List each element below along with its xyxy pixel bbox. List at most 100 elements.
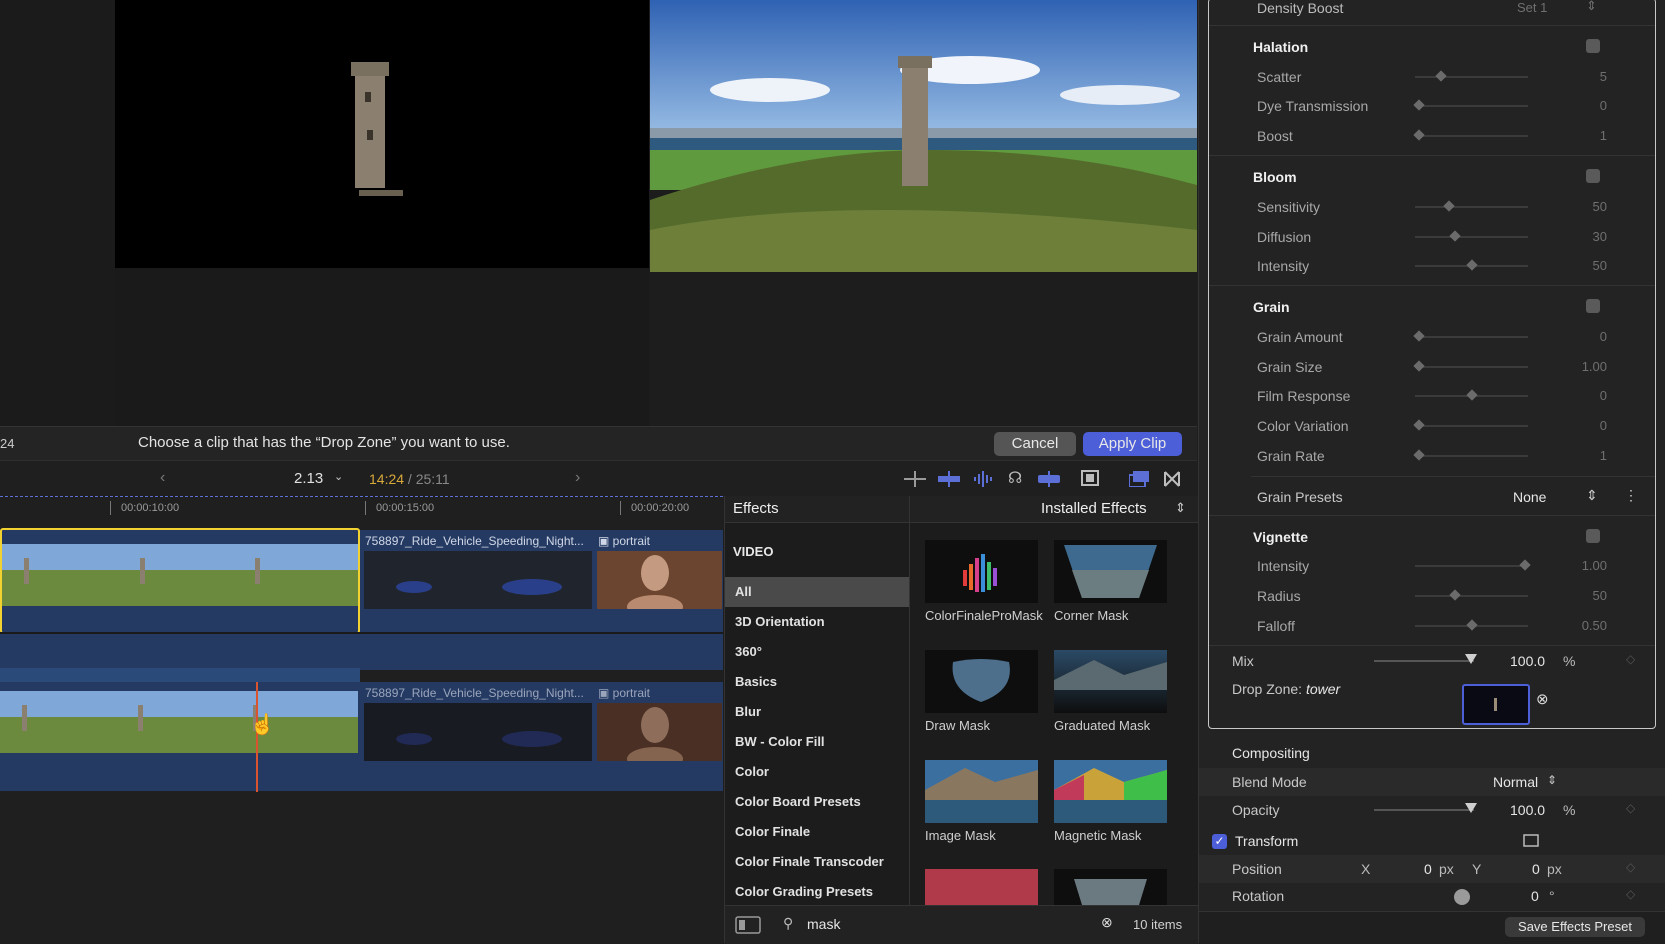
row-value[interactable]: 5 (1547, 69, 1607, 84)
row-value[interactable]: 0.50 (1547, 618, 1607, 633)
grain-checkbox[interactable] (1586, 299, 1600, 313)
main-viewer-preview[interactable] (650, 0, 1197, 272)
keyframe-diamond-icon[interactable]: ◇ (1626, 860, 1635, 874)
row-slider[interactable] (1415, 135, 1528, 137)
sidebar-toggle-icon[interactable] (735, 916, 761, 934)
category-color[interactable]: Color (725, 757, 909, 787)
effect-thumb-graduated-mask[interactable] (1054, 650, 1167, 713)
row-value[interactable]: 1.00 (1547, 558, 1607, 573)
tower-clip-selected[interactable] (0, 528, 360, 634)
rotation-dial[interactable] (1454, 889, 1470, 905)
effect-thumb-draw-mask[interactable] (925, 650, 1038, 713)
row-slider[interactable] (1415, 105, 1528, 107)
category-360[interactable]: 360° (725, 637, 909, 667)
zoom-value[interactable]: 2.13 (294, 470, 323, 487)
save-effects-preset-button[interactable]: Save Effects Preset (1505, 917, 1645, 937)
keyframe-diamond-icon[interactable]: ◇ (1626, 801, 1635, 815)
category-color-board-presets[interactable]: Color Board Presets (725, 787, 909, 817)
category-bw-color-fill[interactable]: BW - Color Fill (725, 727, 909, 757)
mix-slider-knob[interactable] (1465, 654, 1477, 664)
forward-chevron-icon[interactable]: › (575, 469, 580, 487)
audio-skimming-icon[interactable] (938, 471, 960, 487)
opacity-slider-knob[interactable] (1465, 803, 1477, 813)
row-value[interactable]: 30 (1547, 229, 1607, 244)
row-value[interactable]: 1 (1547, 128, 1607, 143)
position-x-value[interactable]: 0 (1424, 861, 1432, 877)
effect-thumb-partial[interactable] (925, 869, 1038, 905)
effect-thumb-magnetic-mask[interactable] (1054, 760, 1167, 823)
drop-zone-well[interactable] (1462, 684, 1530, 725)
row-slider[interactable] (1415, 76, 1528, 78)
row-value[interactable]: 50 (1547, 258, 1607, 273)
portrait-clip-lower[interactable] (597, 703, 722, 761)
back-chevron-icon[interactable]: ‹ (160, 469, 165, 487)
density-boost-value[interactable]: Set 1 (1517, 0, 1547, 15)
grain-presets-value[interactable]: None (1513, 489, 1546, 505)
effect-thumb-image-mask[interactable] (925, 760, 1038, 823)
row-slider[interactable] (1415, 595, 1528, 597)
blend-mode-value[interactable]: Normal (1493, 774, 1538, 790)
vehicle-clip[interactable] (364, 551, 592, 609)
row-value[interactable]: 50 (1547, 588, 1607, 603)
rotation-value[interactable]: 0 (1531, 888, 1539, 904)
transform-overlay-icon[interactable] (1523, 834, 1539, 847)
row-slider[interactable] (1415, 236, 1528, 238)
snapping-icon[interactable] (1038, 471, 1060, 487)
row-slider[interactable] (1415, 206, 1528, 208)
category-color-finale[interactable]: Color Finale (725, 817, 909, 847)
row-slider[interactable] (1415, 425, 1528, 427)
transition-bowtie-icon[interactable] (1164, 471, 1180, 487)
row-value[interactable]: 0 (1547, 329, 1607, 344)
row-slider[interactable] (1415, 336, 1528, 338)
category-all[interactable]: All (725, 577, 909, 607)
halation-checkbox[interactable] (1586, 39, 1600, 53)
timeline-empty-area[interactable] (0, 791, 723, 943)
category-color-grading-presets[interactable]: Color Grading Presets (725, 877, 909, 905)
tower-clip-lower[interactable] (0, 691, 360, 757)
headphones-icon[interactable]: ☊ (1008, 468, 1022, 488)
up-down-chevron-icon[interactable]: ⇕ (1175, 500, 1186, 516)
transform-checkbox[interactable]: ✓ (1212, 834, 1227, 849)
apply-clip-button[interactable]: Apply Clip (1083, 432, 1182, 456)
effect-thumb-partial[interactable] (1054, 869, 1167, 905)
row-value[interactable]: 50 (1547, 199, 1607, 214)
timeline-ruler[interactable]: 00:00:10:00 00:00:15:00 00:00:20:00 (0, 496, 723, 517)
playhead[interactable] (256, 682, 258, 792)
mix-slider[interactable] (1374, 660, 1474, 662)
category-color-finale-transcoder[interactable]: Color Finale Transcoder (725, 847, 909, 877)
category-blur[interactable]: Blur (725, 697, 909, 727)
timeline[interactable]: 00:00:10:00 00:00:15:00 00:00:20:00 7588… (0, 496, 723, 943)
row-slider[interactable] (1415, 565, 1528, 567)
up-down-chevron-icon[interactable]: ⇕ (1547, 773, 1557, 787)
row-value[interactable]: 0 (1547, 388, 1607, 403)
opacity-slider[interactable] (1374, 809, 1474, 811)
portrait-clip[interactable] (597, 551, 722, 609)
keyframe-diamond-icon[interactable]: ◇ (1626, 887, 1635, 901)
vignette-checkbox[interactable] (1586, 529, 1600, 543)
row-slider[interactable] (1415, 455, 1528, 457)
vehicle-clip-lower[interactable] (364, 703, 592, 761)
category-basics[interactable]: Basics (725, 667, 909, 697)
keyframe-diamond-icon[interactable]: ◇ (1626, 652, 1635, 666)
row-value[interactable]: 1 (1547, 448, 1607, 463)
row-slider[interactable] (1415, 366, 1528, 368)
chevron-down-icon[interactable]: ⌄ (334, 470, 343, 483)
opacity-value[interactable]: 100.0 (1510, 802, 1545, 818)
connected-clip-bar[interactable] (0, 668, 360, 682)
search-input[interactable]: mask (807, 916, 840, 932)
clip-appearance-icon[interactable] (1129, 471, 1149, 487)
up-down-chevron-icon[interactable]: ⇕ (1586, 487, 1598, 504)
row-value[interactable]: 0 (1547, 98, 1607, 113)
effect-thumb-corner-mask[interactable] (1054, 540, 1167, 603)
more-options-icon[interactable]: ⋮ (1624, 487, 1638, 504)
position-y-value[interactable]: 0 (1532, 861, 1540, 877)
filmstrip-icon[interactable] (1081, 470, 1099, 486)
row-value[interactable]: 0 (1547, 418, 1607, 433)
bloom-checkbox[interactable] (1586, 169, 1600, 183)
category-3d-orientation[interactable]: 3D Orientation (725, 607, 909, 637)
mix-value[interactable]: 100.0 (1510, 653, 1545, 669)
clear-search-icon[interactable]: ⊗ (1101, 914, 1113, 931)
cancel-button[interactable]: Cancel (994, 432, 1076, 456)
effect-thumb-colorfinalepromask[interactable] (925, 540, 1038, 603)
waveform-icon[interactable] (972, 471, 994, 487)
